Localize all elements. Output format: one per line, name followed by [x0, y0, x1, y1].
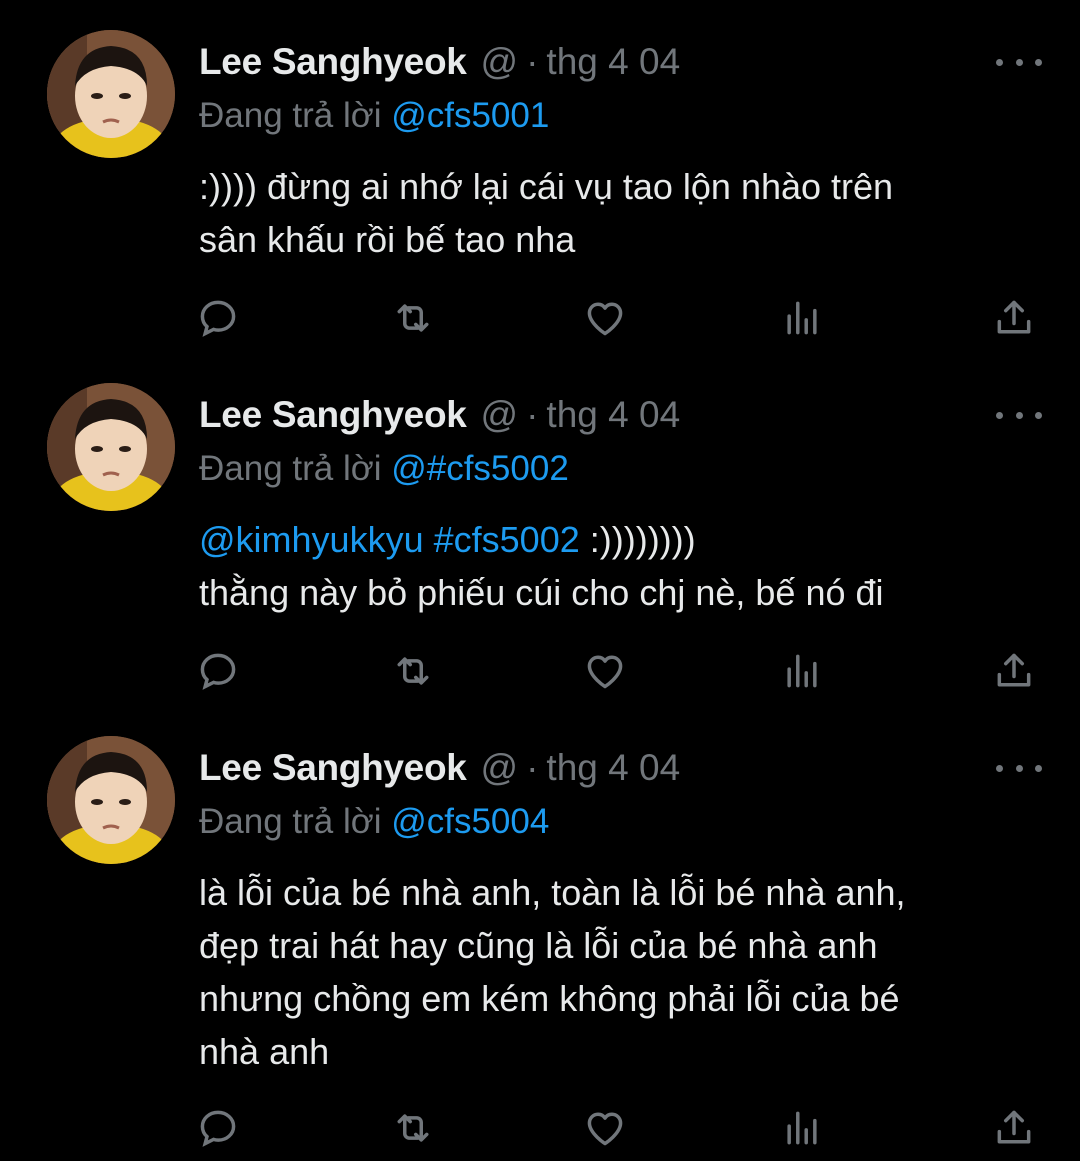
reply-icon[interactable] [188, 288, 248, 348]
tweet-text: là lỗi của bé nhà anh, toàn là lỗi bé nh… [199, 866, 1029, 1078]
separator-dot: · [526, 41, 539, 82]
reply-prefix: Đang trả lời [199, 802, 382, 841]
avatar[interactable] [47, 383, 175, 511]
author-name[interactable]: Lee Sanghyeok [199, 394, 467, 436]
retweet-icon[interactable] [383, 1098, 443, 1158]
avatar-image [47, 736, 175, 864]
share-icon[interactable] [984, 1098, 1044, 1158]
reply-prefix: Đang trả lời [199, 96, 382, 135]
tweet-header: Lee Sanghyeok @ · thg 4 04 [199, 744, 680, 792]
hashtag-link[interactable]: #cfs5002 [434, 519, 580, 560]
author-handle[interactable]: @ [481, 747, 519, 789]
more-options-icon[interactable] [996, 754, 1042, 782]
reply-context: Đang trả lời @cfs5001 [199, 96, 549, 136]
author-name[interactable]: Lee Sanghyeok [199, 41, 467, 83]
separator-dot: · [526, 747, 539, 788]
reply-to-link[interactable]: @cfs5001 [391, 96, 549, 135]
tweet-actions [0, 288, 1080, 348]
avatar[interactable] [47, 736, 175, 864]
tweet-actions [0, 641, 1080, 701]
avatar[interactable] [47, 30, 175, 158]
tweet-header: Lee Sanghyeok @ · thg 4 04 [199, 38, 680, 86]
retweet-icon[interactable] [383, 288, 443, 348]
tweet-text-line: @kimhyukkyu #cfs5002 :)))))))) [199, 513, 1029, 566]
tweet-text-line: nhà anh [199, 1031, 330, 1072]
reply-context: Đang trả lời @cfs5004 [199, 802, 549, 842]
more-options-icon[interactable] [996, 48, 1042, 76]
tweet-actions [0, 1098, 1080, 1158]
tweet-text: :)))) đừng ai nhớ lại cái vụ tao lộn nhà… [199, 160, 1029, 266]
tweet-text-line: nhưng chồng em kém không phải lỗi của bé [199, 978, 900, 1019]
author-handle[interactable]: @ [481, 394, 519, 436]
views-icon[interactable] [772, 288, 832, 348]
views-icon[interactable] [772, 1098, 832, 1158]
share-icon[interactable] [984, 641, 1044, 701]
share-icon[interactable] [984, 288, 1044, 348]
retweet-icon[interactable] [383, 641, 443, 701]
reply-to-link[interactable]: @cfs5004 [391, 802, 549, 841]
tweet-feed: Lee Sanghyeok @ · thg 4 04 Đang trả lời … [0, 0, 1080, 1161]
tweet-header: Lee Sanghyeok @ · thg 4 04 [199, 391, 680, 439]
author-handle[interactable]: @ [481, 41, 519, 83]
tweet-text-line: :)))) đừng ai nhớ lại cái vụ tao lộn nhà… [199, 166, 894, 207]
tweet-text: @kimhyukkyu #cfs5002 :)))))))) thằng này… [199, 513, 1029, 619]
more-options-icon[interactable] [996, 401, 1042, 429]
reply-to-link[interactable]: @#cfs5002 [391, 449, 569, 488]
author-name[interactable]: Lee Sanghyeok [199, 747, 467, 789]
reply-prefix: Đang trả lời [199, 449, 382, 488]
tweet-text-line: sân khấu rồi bế tao nha [199, 219, 576, 260]
avatar-image [47, 30, 175, 158]
tweet[interactable]: Lee Sanghyeok @ · thg 4 04 Đang trả lời … [0, 0, 1080, 355]
tweet[interactable]: Lee Sanghyeok @ · thg 4 04 Đang trả lời … [0, 706, 1080, 1161]
tweet[interactable]: Lee Sanghyeok @ · thg 4 04 Đang trả lời … [0, 353, 1080, 708]
tweet-text-line: đẹp trai hát hay cũng là lỗi của bé nhà … [199, 925, 878, 966]
reply-icon[interactable] [188, 1098, 248, 1158]
mention-link[interactable]: @kimhyukkyu [199, 519, 424, 560]
tweet-text-line: là lỗi của bé nhà anh, toàn là lỗi bé nh… [199, 872, 906, 913]
tweet-text-line: thằng này bỏ phiếu cúi cho chj nè, bế nó… [199, 572, 884, 613]
tweet-text-fragment: :)))))))) [579, 519, 696, 560]
timestamp[interactable]: thg 4 04 [546, 394, 680, 436]
reply-icon[interactable] [188, 641, 248, 701]
like-icon[interactable] [575, 641, 635, 701]
like-icon[interactable] [575, 1098, 635, 1158]
views-icon[interactable] [772, 641, 832, 701]
separator-dot: · [526, 394, 539, 435]
avatar-image [47, 383, 175, 511]
timestamp[interactable]: thg 4 04 [546, 41, 680, 83]
like-icon[interactable] [575, 288, 635, 348]
reply-context: Đang trả lời @#cfs5002 [199, 449, 569, 489]
timestamp[interactable]: thg 4 04 [546, 747, 680, 789]
